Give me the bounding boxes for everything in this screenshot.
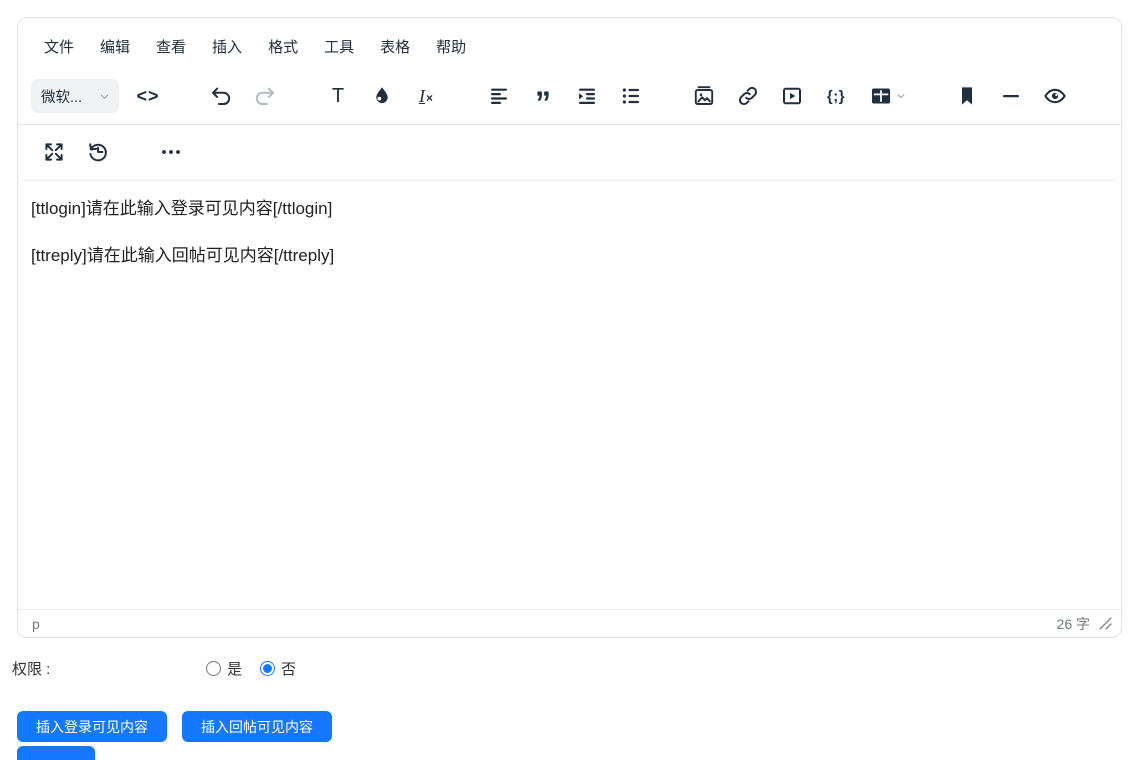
group-history	[204, 79, 282, 113]
word-count: 26 字	[1057, 614, 1090, 634]
table-icon	[869, 84, 893, 108]
source-code-icon: <>	[136, 86, 159, 107]
menu-item-help[interactable]: 帮助	[428, 32, 474, 61]
statusbar: p 26 字	[18, 609, 1121, 637]
preview-button[interactable]	[1038, 79, 1072, 113]
radio-no-label: 否	[281, 658, 296, 679]
font-family-value: 微软...	[41, 86, 82, 107]
radio-no[interactable]	[260, 661, 275, 676]
clear-formatting-button[interactable]: I×	[409, 79, 443, 113]
table-chevron-icon	[896, 91, 906, 101]
restore-draft-icon	[86, 140, 110, 164]
partial-bottom-button[interactable]	[17, 746, 95, 760]
format-text-icon: T	[332, 85, 344, 108]
insert-login-content-button[interactable]: 插入登录可见内容	[17, 711, 167, 742]
menu-item-file[interactable]: 文件	[36, 32, 82, 61]
font-family-select[interactable]: 微软...	[31, 79, 119, 113]
undo-button[interactable]	[204, 79, 238, 113]
permission-row: 权限 : 是 否	[12, 656, 314, 680]
insert-media-button[interactable]	[775, 79, 809, 113]
fullscreen-button[interactable]	[37, 135, 71, 169]
content-paragraph: [ttlogin]请在此输入登录可见内容[/ttlogin]	[31, 195, 1108, 222]
bookmark-icon	[955, 84, 979, 108]
align-left-button[interactable]	[482, 79, 516, 113]
undo-icon	[209, 84, 233, 108]
menu-item-insert[interactable]: 插入	[204, 32, 250, 61]
menu-item-format[interactable]: 格式	[260, 32, 306, 61]
media-play-icon	[780, 84, 804, 108]
permission-option-yes[interactable]: 是	[206, 658, 242, 679]
edit-image-button[interactable]	[687, 79, 721, 113]
menu-item-view[interactable]: 查看	[148, 32, 194, 61]
rich-text-editor: 文件 编辑 查看 插入 格式 工具 表格 帮助 微软...	[17, 17, 1122, 638]
insert-link-button[interactable]	[731, 79, 765, 113]
group-more	[154, 135, 188, 169]
chevron-down-icon	[99, 91, 110, 102]
group-font-code: 微软... <>	[31, 79, 165, 113]
insert-table-button[interactable]	[863, 79, 911, 113]
bullet-list-icon	[619, 84, 643, 108]
menu-item-edit[interactable]: 编辑	[92, 32, 138, 61]
more-options-button[interactable]	[154, 135, 188, 169]
redo-button[interactable]	[248, 79, 282, 113]
page: 文件 编辑 查看 插入 格式 工具 表格 帮助 微软...	[0, 0, 1137, 750]
action-buttons: 插入登录可见内容 插入回帖可见内容	[17, 711, 332, 742]
radio-yes[interactable]	[206, 661, 221, 676]
horizontal-rule-icon	[999, 84, 1023, 108]
image-icon	[692, 84, 716, 108]
source-code-button[interactable]: <>	[131, 79, 165, 113]
editor-header: 文件 编辑 查看 插入 格式 工具 表格 帮助 微软...	[18, 18, 1121, 179]
permission-option-no[interactable]: 否	[260, 658, 296, 679]
group-text-format: T I×	[321, 79, 443, 113]
indent-icon	[575, 84, 599, 108]
redo-icon	[253, 84, 277, 108]
menu-item-table[interactable]: 表格	[372, 32, 418, 61]
group-insert: {;}	[687, 79, 911, 113]
group-misc	[950, 79, 1072, 113]
restore-draft-button[interactable]	[81, 135, 115, 169]
code-sample-icon: {;}	[827, 88, 845, 105]
horizontal-rule-button[interactable]	[994, 79, 1028, 113]
code-sample-button[interactable]: {;}	[819, 79, 853, 113]
ink-droplet-icon	[370, 84, 394, 108]
align-left-icon	[487, 84, 511, 108]
bullet-list-button[interactable]	[614, 79, 648, 113]
link-icon	[736, 84, 760, 108]
text-color-button[interactable]	[365, 79, 399, 113]
fullscreen-icon	[42, 140, 66, 164]
permission-label: 权限 :	[12, 658, 206, 679]
insert-reply-content-button[interactable]: 插入回帖可见内容	[182, 711, 332, 742]
indent-button[interactable]	[570, 79, 604, 113]
group-view	[37, 135, 115, 169]
element-path[interactable]: p	[28, 616, 44, 632]
blockquote-button[interactable]: ”	[526, 79, 560, 113]
resize-handle-icon[interactable]	[1099, 617, 1112, 630]
anchor-bookmark-button[interactable]	[950, 79, 984, 113]
radio-yes-label: 是	[227, 658, 242, 679]
menu-item-tools[interactable]: 工具	[316, 32, 362, 61]
editor-content[interactable]: [ttlogin]请在此输入登录可见内容[/ttlogin] [ttreply]…	[18, 179, 1121, 609]
format-text-button[interactable]: T	[321, 79, 355, 113]
menubar: 文件 编辑 查看 插入 格式 工具 表格 帮助	[18, 18, 1121, 68]
eye-icon	[1043, 84, 1067, 108]
group-paragraph: ”	[482, 79, 648, 113]
clear-formatting-icon: I	[419, 86, 425, 107]
content-paragraph: [ttreply]请在此输入回帖可见内容[/ttreply]	[31, 242, 1108, 269]
ellipsis-icon	[159, 140, 183, 164]
clear-formatting-x: ×	[426, 91, 433, 105]
toolbar-row-2	[18, 125, 1121, 179]
toolbar-row-1: 微软... <>	[18, 68, 1121, 125]
